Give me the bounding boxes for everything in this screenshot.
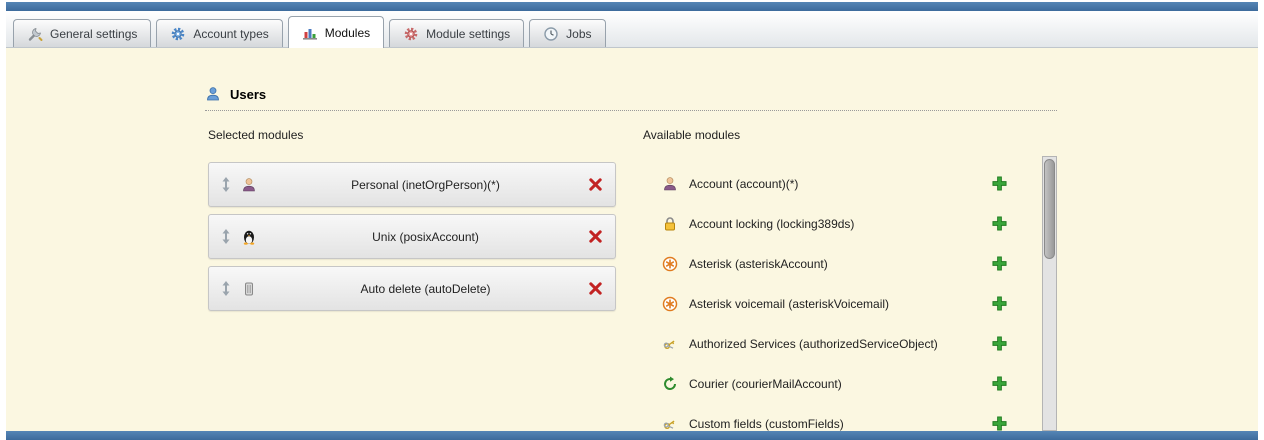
tab-general-settings[interactable]: General settings bbox=[13, 19, 151, 47]
clock-icon bbox=[543, 26, 559, 42]
available-module-row: Account locking (locking389ds) bbox=[662, 204, 1012, 244]
scrollbar-thumb[interactable] bbox=[1044, 159, 1055, 259]
bottom-bar bbox=[6, 431, 1258, 440]
tux-icon bbox=[241, 229, 257, 245]
available-module-label: Authorized Services (authorizedServiceOb… bbox=[689, 337, 938, 351]
available-module-row: Asterisk (asteriskAccount) bbox=[662, 244, 1012, 284]
tab-jobs[interactable]: Jobs bbox=[529, 19, 605, 47]
top-bar bbox=[6, 2, 1258, 11]
keys-icon bbox=[662, 416, 678, 432]
drag-handle-icon[interactable] bbox=[221, 229, 231, 244]
available-module-row: Courier (courierMailAccount) bbox=[662, 364, 1012, 404]
available-module-label: Account locking (locking389ds) bbox=[689, 217, 854, 231]
tab-label: Modules bbox=[325, 26, 370, 40]
users-section-heading: Users bbox=[205, 86, 1057, 111]
tab-bar: General settings Account types bbox=[6, 11, 1258, 48]
selected-module-label: Unix (posixAccount) bbox=[263, 230, 588, 244]
selected-modules-list: Personal (inetOrgPerson)(*) bbox=[208, 162, 616, 318]
add-module-button[interactable] bbox=[992, 296, 1007, 311]
tab-label: Module settings bbox=[426, 27, 510, 41]
available-module-row: Account (account)(*) bbox=[662, 164, 1012, 204]
tab-account-types[interactable]: Account types bbox=[156, 19, 282, 47]
available-modules-list: Account (account)(*) Account locking (lo… bbox=[662, 164, 1012, 440]
drag-handle-icon[interactable] bbox=[221, 177, 231, 192]
drag-handle-icon[interactable] bbox=[221, 281, 231, 296]
gear-red-icon bbox=[403, 26, 419, 42]
add-module-button[interactable] bbox=[992, 176, 1007, 191]
remove-module-button[interactable] bbox=[588, 229, 603, 244]
tab-modules[interactable]: Modules bbox=[288, 16, 384, 48]
available-module-label: Custom fields (customFields) bbox=[689, 417, 844, 431]
selected-module-row[interactable]: Personal (inetOrgPerson)(*) bbox=[208, 162, 616, 207]
available-module-label: Asterisk voicemail (asteriskVoicemail) bbox=[689, 297, 889, 311]
available-module-label: Courier (courierMailAccount) bbox=[689, 377, 842, 391]
gear-blue-icon bbox=[170, 26, 186, 42]
keys-icon bbox=[662, 336, 678, 352]
tools-icon bbox=[27, 26, 43, 42]
add-module-button[interactable] bbox=[992, 376, 1007, 391]
lock-icon bbox=[662, 216, 678, 232]
available-modules-scrollbar[interactable] bbox=[1042, 156, 1057, 431]
tab-label: General settings bbox=[50, 27, 137, 41]
tab-module-settings[interactable]: Module settings bbox=[389, 19, 524, 47]
section-title: Users bbox=[230, 87, 266, 102]
modules-tab-content: Users Selected modules Available modules bbox=[6, 48, 1258, 431]
remove-module-button[interactable] bbox=[588, 177, 603, 192]
add-module-button[interactable] bbox=[992, 216, 1007, 231]
selected-module-row[interactable]: Auto delete (autoDelete) bbox=[208, 266, 616, 311]
chart-icon bbox=[302, 25, 318, 41]
user-icon bbox=[205, 86, 221, 102]
lam-configuration-page: General settings Account types bbox=[0, 0, 1264, 440]
person-icon bbox=[241, 177, 257, 193]
add-module-button[interactable] bbox=[992, 256, 1007, 271]
tab-label: Jobs bbox=[566, 27, 591, 41]
selected-module-label: Auto delete (autoDelete) bbox=[263, 282, 588, 296]
selected-modules-header: Selected modules bbox=[208, 128, 303, 142]
selected-module-label: Personal (inetOrgPerson)(*) bbox=[263, 178, 588, 192]
add-module-button[interactable] bbox=[992, 416, 1007, 431]
delete-box-icon bbox=[241, 281, 257, 297]
remove-module-button[interactable] bbox=[588, 281, 603, 296]
available-module-label: Account (account)(*) bbox=[689, 177, 798, 191]
available-modules-header: Available modules bbox=[643, 128, 740, 142]
tab-label: Account types bbox=[193, 27, 268, 41]
add-module-button[interactable] bbox=[992, 336, 1007, 351]
available-module-row: Authorized Services (authorizedServiceOb… bbox=[662, 324, 1012, 364]
available-module-label: Asterisk (asteriskAccount) bbox=[689, 257, 828, 271]
refresh-icon bbox=[662, 376, 678, 392]
person-icon bbox=[662, 176, 678, 192]
selected-module-row[interactable]: Unix (posixAccount) bbox=[208, 214, 616, 259]
asterisk-icon bbox=[662, 296, 678, 312]
asterisk-icon bbox=[662, 256, 678, 272]
available-module-row: Asterisk voicemail (asteriskVoicemail) bbox=[662, 284, 1012, 324]
